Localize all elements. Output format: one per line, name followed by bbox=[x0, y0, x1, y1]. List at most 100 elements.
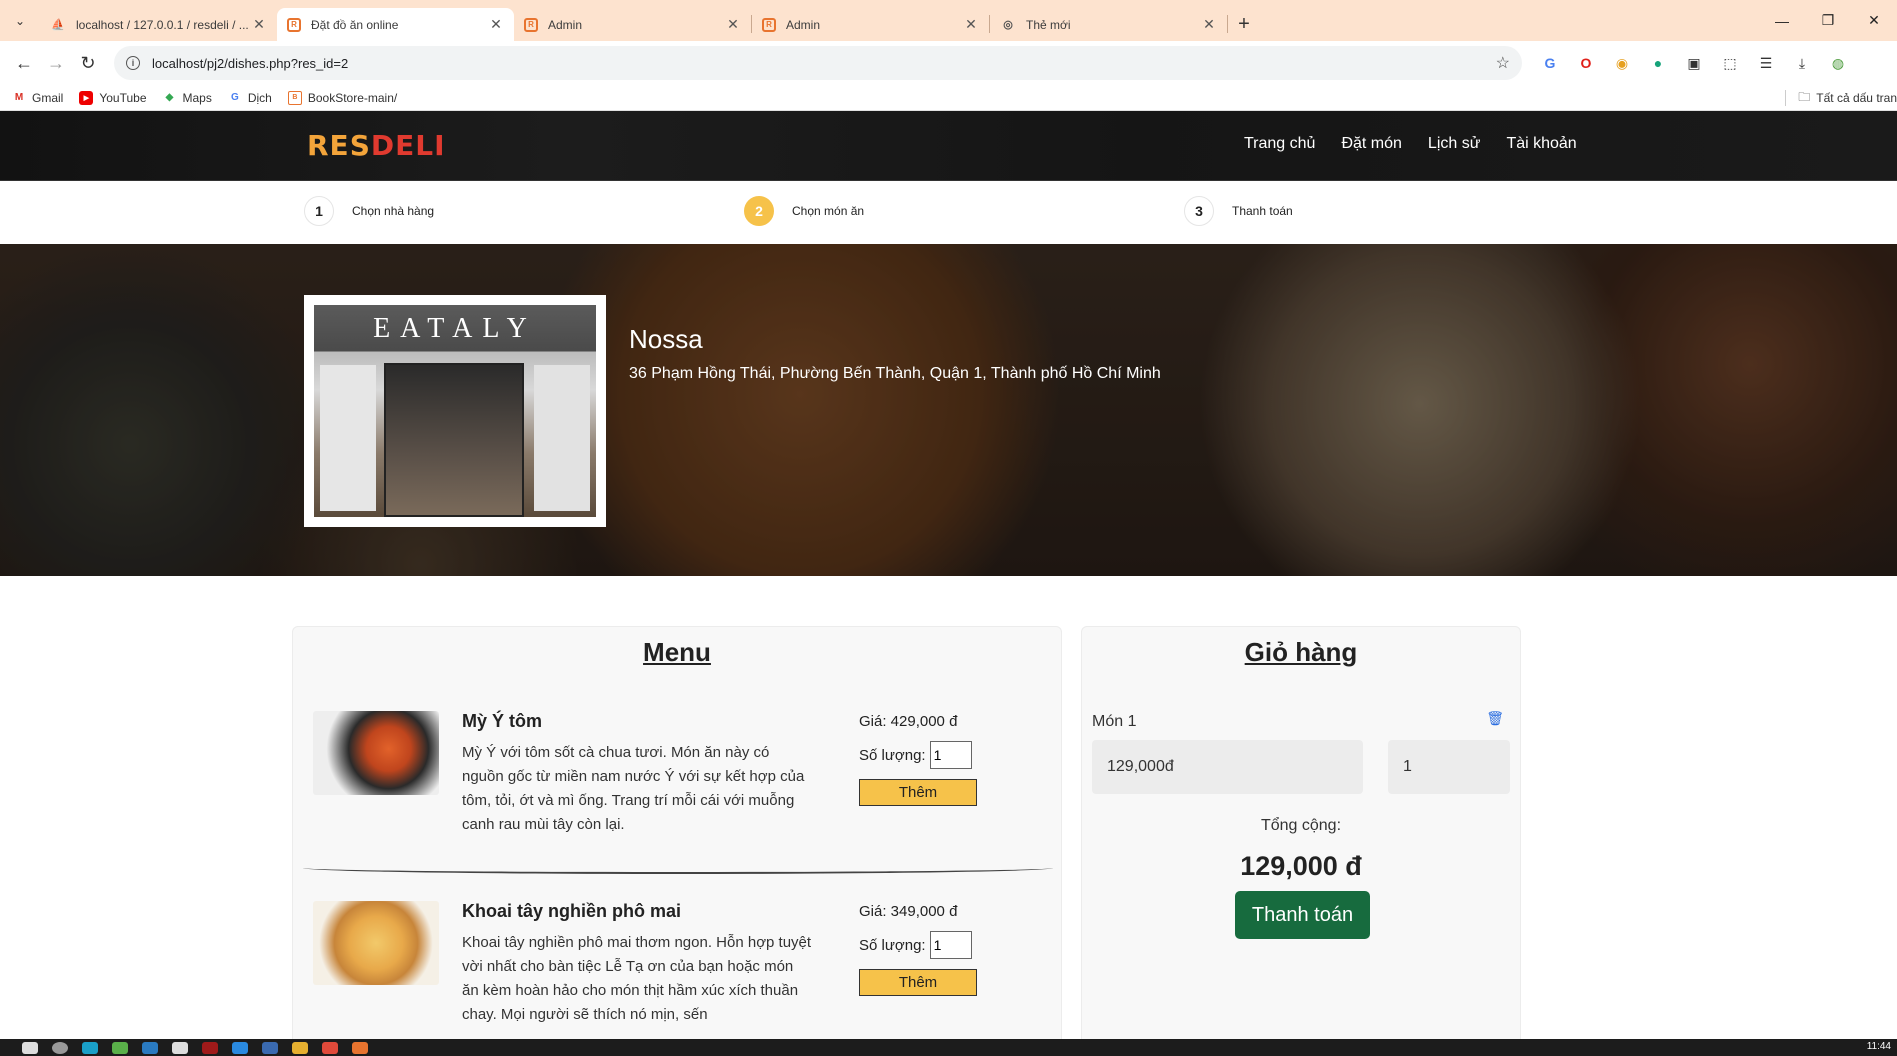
nav-account[interactable]: Tài khoản bbox=[1506, 135, 1576, 153]
restaurant-hero: EATALY Nossa 36 Phạm Hồng Thái, Phường B… bbox=[0, 244, 1897, 576]
order-steps: 1 Chọn nhà hàng 2 Chọn món ăn 3 Thanh to… bbox=[0, 181, 1897, 244]
color-picker-icon[interactable]: ◉ bbox=[1608, 49, 1636, 77]
os-taskbar: 11:44 bbox=[0, 1039, 1897, 1056]
total-label: Tổng cộng: bbox=[1260, 817, 1342, 834]
close-icon[interactable]: ✕ bbox=[725, 16, 741, 33]
cart-item-quantity[interactable]: 1 bbox=[1388, 740, 1510, 794]
site-info-icon[interactable]: i bbox=[126, 56, 140, 70]
close-window-icon[interactable]: ✕ bbox=[1851, 0, 1897, 41]
vscode-icon[interactable] bbox=[232, 1041, 248, 1054]
nav-home[interactable]: Trang chủ bbox=[1244, 135, 1315, 153]
dish-name: Khoai tây nghiền phô mai bbox=[462, 901, 682, 921]
tab-title: Thẻ mới bbox=[1026, 17, 1071, 32]
nav-history[interactable]: Lịch sử bbox=[1428, 135, 1481, 153]
translate-icon: G bbox=[230, 92, 239, 103]
quantity-input[interactable] bbox=[929, 741, 972, 769]
step-label: Chọn món ăn bbox=[792, 204, 865, 218]
bookmark-translate[interactable]: G Dịch bbox=[228, 91, 272, 105]
image-icon[interactable]: ▣ bbox=[1680, 49, 1708, 77]
reading-list-icon[interactable]: ☰ bbox=[1752, 49, 1780, 77]
back-button[interactable]: ← bbox=[8, 47, 40, 79]
app-icon[interactable] bbox=[202, 1041, 218, 1054]
browser-tab[interactable]: R Admin ✕ bbox=[752, 8, 989, 41]
chrome-icon[interactable] bbox=[322, 1041, 338, 1054]
close-icon[interactable]: ✕ bbox=[1201, 16, 1217, 33]
browser-tab[interactable]: R Admin ✕ bbox=[514, 8, 751, 41]
browser-tab-active[interactable]: R Đặt đồ ăn online ✕ bbox=[277, 8, 514, 41]
tab-title: Admin bbox=[786, 17, 821, 32]
dish-description: Khoai tây nghiền phô mai thơm ngon. Hỗn … bbox=[462, 934, 812, 1023]
all-bookmarks-label: Tất cả dấu tran bbox=[1816, 91, 1897, 105]
reload-button[interactable]: ↻ bbox=[72, 47, 104, 79]
restaurant-name: Nossa bbox=[629, 324, 703, 354]
gmail-icon: M bbox=[14, 92, 24, 103]
app-icon[interactable] bbox=[262, 1041, 278, 1054]
bookmark-label: Maps bbox=[182, 90, 212, 105]
tab-search-button[interactable]: ⌄ bbox=[0, 0, 40, 41]
add-to-cart-button[interactable]: Thêm bbox=[859, 969, 977, 996]
close-icon[interactable]: ✕ bbox=[488, 16, 504, 33]
checkout-button[interactable]: Thanh toán bbox=[1235, 891, 1370, 939]
cart-title: Giỏ hàng bbox=[1244, 637, 1358, 667]
step-checkout: 3 Thanh toán bbox=[1184, 196, 1293, 226]
google-translate-icon[interactable]: G bbox=[1536, 49, 1564, 77]
windows-start-icon[interactable] bbox=[22, 1041, 38, 1054]
file-explorer-icon[interactable] bbox=[292, 1041, 308, 1054]
resdeli-icon: R bbox=[524, 17, 538, 32]
window-controls: — ❐ ✕ bbox=[1759, 0, 1897, 41]
address-bar[interactable]: i localhost/pj2/dishes.php?res_id=2 ☆ bbox=[114, 46, 1522, 80]
chrome-icon: ◎ bbox=[1003, 19, 1013, 31]
forward-button[interactable]: → bbox=[40, 47, 72, 79]
minimize-icon[interactable]: — bbox=[1759, 0, 1805, 41]
trash-icon[interactable]: 🗑 bbox=[1486, 710, 1504, 727]
add-to-cart-button[interactable]: Thêm bbox=[859, 779, 977, 806]
search-icon[interactable] bbox=[52, 1041, 68, 1054]
browser-tab[interactable]: ⛵ localhost / 127.0.0.1 / resdeli / ... … bbox=[40, 8, 277, 41]
browser-tab[interactable]: ◎ Thẻ mới ✕ bbox=[990, 8, 1227, 41]
app-icon[interactable] bbox=[112, 1041, 128, 1054]
step-number: 1 bbox=[304, 196, 334, 226]
folder-icon: 🗀 bbox=[1798, 89, 1811, 104]
plus-icon: + bbox=[1238, 13, 1250, 35]
restaurant-info: Nossa 36 Phạm Hồng Thái, Phường Bến Thàn… bbox=[629, 324, 1161, 383]
download-icon[interactable]: ⤓ bbox=[1788, 49, 1816, 77]
profile-avatar-icon[interactable]: ◍ bbox=[1824, 49, 1852, 77]
app-icon[interactable] bbox=[172, 1041, 188, 1054]
app-icon[interactable] bbox=[142, 1041, 158, 1054]
opera-icon[interactable]: O bbox=[1572, 49, 1600, 77]
step-label: Thanh toán bbox=[1232, 204, 1293, 218]
divider bbox=[1785, 90, 1787, 106]
close-icon[interactable]: ✕ bbox=[251, 16, 267, 33]
restaurant-image-brand: EATALY bbox=[373, 313, 537, 344]
maps-icon: ◆ bbox=[165, 92, 174, 103]
nav-order[interactable]: Đặt món bbox=[1341, 135, 1401, 153]
browser-toolbar: ← → ↻ i localhost/pj2/dishes.php?res_id=… bbox=[0, 41, 1897, 85]
edge-icon[interactable] bbox=[82, 1041, 98, 1054]
dish-image bbox=[313, 901, 439, 985]
arrow-left-icon: ← bbox=[15, 52, 33, 73]
restaurant-image-card: EATALY bbox=[304, 295, 606, 527]
total-value: 129,000 đ bbox=[1240, 851, 1362, 881]
close-icon[interactable]: ✕ bbox=[963, 16, 979, 33]
quantity-input[interactable] bbox=[929, 931, 972, 959]
bookmark-label: YouTube bbox=[99, 90, 147, 105]
bookmark-bookstore[interactable]: B BookStore-main/ bbox=[287, 90, 398, 105]
new-tab-button[interactable]: + bbox=[1228, 8, 1260, 41]
grammarly-icon[interactable]: ● bbox=[1644, 49, 1672, 77]
tab-title: Đặt đồ ăn online bbox=[311, 17, 399, 32]
url-text[interactable]: localhost/pj2/dishes.php?res_id=2 bbox=[152, 56, 1496, 71]
all-bookmarks[interactable]: 🗀 Tất cả dấu tran bbox=[1785, 85, 1897, 111]
bookmark-star-icon[interactable]: ☆ bbox=[1496, 53, 1510, 73]
cart-panel: Giỏ hàng Món 1 🗑 129,000đ 1 Tổng cộng: 1… bbox=[1081, 626, 1521, 1046]
bookmark-maps[interactable]: ◆ Maps bbox=[163, 91, 212, 105]
app-icon[interactable] bbox=[352, 1041, 368, 1054]
site-logo[interactable]: RESDELI bbox=[307, 129, 446, 162]
quantity-label: Số lượng: bbox=[859, 746, 926, 764]
extensions-puzzle-icon[interactable]: ⬚ bbox=[1716, 49, 1744, 77]
taskbar-clock: 11:44 bbox=[1866, 1041, 1891, 1052]
bookmark-gmail[interactable]: M Gmail bbox=[12, 91, 64, 105]
bookmark-label: BookStore-main/ bbox=[307, 90, 398, 105]
bookmark-youtube[interactable]: ▶ YouTube bbox=[79, 90, 147, 105]
browser-tabstrip: ⌄ ⛵ localhost / 127.0.0.1 / resdeli / ..… bbox=[0, 0, 1897, 41]
restore-icon[interactable]: ❐ bbox=[1805, 0, 1851, 41]
